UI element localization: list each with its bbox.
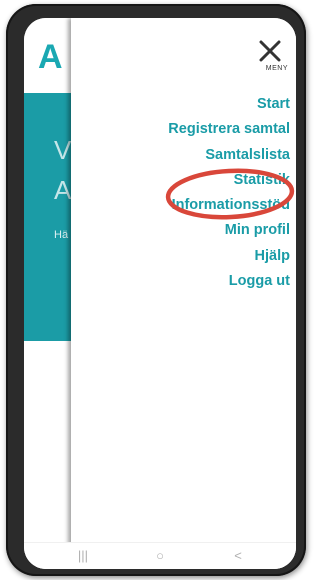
close-icon [259, 40, 281, 62]
hero-text-fragment: V [54, 135, 72, 165]
home-button[interactable]: ○ [151, 548, 169, 564]
menu-item-start[interactable]: Start [168, 92, 290, 117]
menu-item-samtalslista[interactable]: Samtalslista [168, 143, 290, 168]
menu-item-registrera-samtal[interactable]: Registrera samtal [168, 117, 290, 142]
close-menu-label: MENY [265, 65, 288, 72]
recent-apps-button[interactable]: ||| [74, 548, 92, 564]
menu-list: Start Registrera samtal Samtalslista Sta… [168, 92, 290, 294]
system-navigation-bar: ||| ○ < [24, 542, 296, 569]
hero-text-fragment: A [54, 175, 72, 205]
back-button[interactable]: < [229, 548, 247, 564]
menu-item-logga-ut[interactable]: Logga ut [168, 269, 290, 294]
menu-item-informationsstod[interactable]: Informationsstöd [168, 193, 290, 218]
menu-item-statistik[interactable]: Statistik [168, 168, 290, 193]
app-logo: A [38, 38, 63, 76]
phone-screen: A V A Hä MENY Start Registrera samtal Sa… [24, 18, 296, 569]
close-menu-button[interactable]: MENY [250, 40, 290, 80]
menu-item-min-profil[interactable]: Min profil [168, 218, 290, 243]
phone-frame: A V A Hä MENY Start Registrera samtal Sa… [6, 4, 306, 576]
menu-item-hjalp[interactable]: Hjälp [168, 244, 290, 269]
hero-subtext-fragment: Hä [54, 229, 69, 241]
navigation-drawer: MENY Start Registrera samtal Samtalslist… [71, 18, 296, 569]
